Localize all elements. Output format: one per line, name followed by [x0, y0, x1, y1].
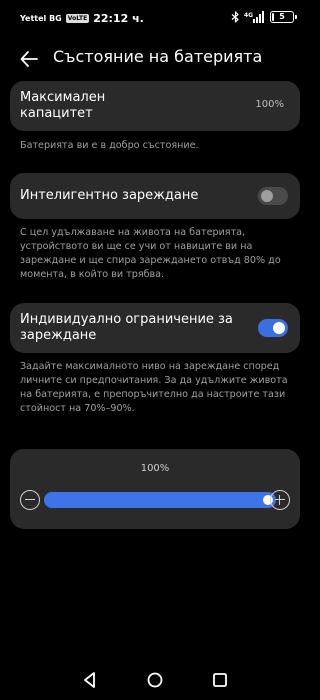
signal-4g-icon: 4G [244, 11, 264, 23]
page-title: Състояние на батерията [53, 47, 263, 66]
charge-limit-card: 100% [10, 449, 300, 529]
max-capacity-label: Максимален капацитет [20, 90, 106, 121]
battery-icon: 5 [270, 11, 297, 23]
battery-tip [294, 15, 297, 19]
navigation-bar [0, 668, 310, 700]
toggle-knob [261, 190, 273, 202]
back-triangle-icon[interactable] [78, 668, 102, 692]
status-bar-right: 4G 5 [231, 11, 297, 23]
charge-limit-value: 100% [140, 463, 170, 474]
home-circle-icon[interactable] [143, 668, 167, 692]
smart-charging-label: Интелигентно зареждане [20, 188, 199, 203]
minus-circle-icon[interactable] [20, 490, 40, 510]
recents-square-icon[interactable] [208, 668, 232, 692]
svg-text:4G: 4G [244, 12, 253, 19]
max-capacity-card: Максимален капацитет 100% [10, 81, 300, 131]
volte-badge: VoLTE [65, 14, 90, 23]
capacity-hint: Батерията ви е в добро състояние. [20, 140, 199, 151]
toggle-knob [273, 322, 285, 334]
smart-charging-hint: С цел удължаване на живота на батерията,… [20, 227, 281, 280]
custom-limit-card[interactable]: Индивидуално ограничение за зареждане [10, 303, 300, 353]
status-bar-left: Yettel BG VoLTE 22:12 ч. [20, 12, 144, 25]
charge-limit-slider[interactable] [44, 492, 276, 508]
max-capacity-value: 100% [255, 99, 284, 110]
app-header: Състояние на батерията [0, 44, 310, 74]
custom-limit-toggle[interactable] [258, 319, 288, 337]
plus-stroke-v [279, 495, 281, 505]
carrier-name: Yettel BG [20, 14, 62, 23]
battery-level: 5 [279, 12, 285, 21]
plus-circle-icon[interactable] [270, 490, 290, 510]
status-bar: Yettel BG VoLTE 22:12 ч. 4G 5 [0, 0, 310, 36]
bluetooth-icon [231, 11, 239, 23]
custom-limit-label: Индивидуално ограничение за зареждане [20, 312, 233, 343]
smart-charging-toggle[interactable] [258, 187, 288, 205]
minus-stroke [25, 499, 35, 501]
smart-charging-card[interactable]: Интелигентно зареждане [10, 173, 300, 219]
arrow-left-icon[interactable] [18, 48, 40, 70]
slider-fill [44, 492, 276, 508]
custom-limit-hint: Задайте максималното ниво на зареждане с… [20, 361, 288, 414]
clock: 22:12 ч. [93, 12, 144, 25]
